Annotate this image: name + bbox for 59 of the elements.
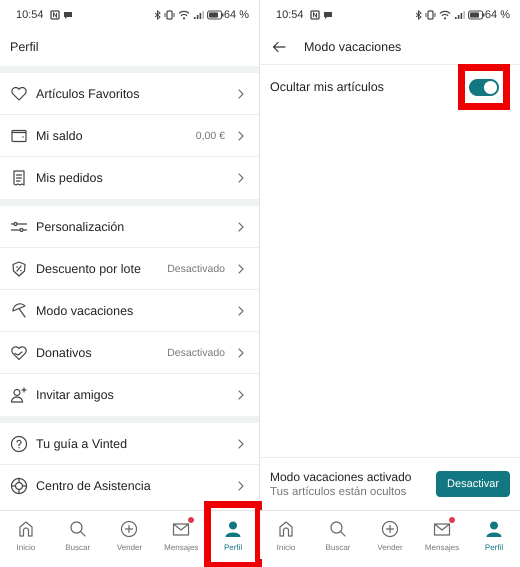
- search-icon: [68, 518, 88, 538]
- vibrate-icon: [164, 10, 175, 20]
- help-icon: [10, 434, 28, 452]
- battery-icon: [206, 10, 224, 20]
- search-icon: [328, 518, 348, 538]
- heart-icon: [10, 84, 28, 102]
- status-time: 10:54: [16, 9, 44, 21]
- chevron-icon: [237, 438, 245, 450]
- chevron-icon: [237, 262, 245, 274]
- banner-title: Modo vacaciones activado: [270, 470, 412, 484]
- heart-hands-icon: [10, 344, 28, 362]
- chevron-icon: [237, 88, 245, 100]
- status-time: 10:54: [276, 9, 304, 21]
- wifi-icon: [178, 10, 190, 20]
- menu-item[interactable]: Artículos Favoritos: [0, 73, 259, 115]
- battery-level: 64 %: [224, 9, 249, 21]
- nfc-icon: [50, 10, 60, 20]
- chevron-icon: [237, 304, 245, 316]
- nfc-icon: [310, 10, 320, 20]
- wifi-icon: [438, 10, 451, 20]
- signal-icon: [454, 10, 465, 20]
- add-icon: [380, 518, 400, 538]
- menu-item[interactable]: Descuento por lote Desactivado: [0, 248, 259, 290]
- setting-label: Ocultar mis artículos: [270, 80, 385, 94]
- chat-icon: [62, 10, 73, 20]
- screen-title: Modo vacaciones: [304, 40, 402, 54]
- chevron-icon: [237, 130, 245, 142]
- umbrella-icon: [10, 302, 28, 320]
- person-icon: [223, 518, 244, 538]
- add-icon: [119, 518, 140, 538]
- menu-item[interactable]: Modo vacaciones: [0, 290, 259, 332]
- screen-title: Perfil: [10, 40, 38, 54]
- menu-item[interactable]: Tu guía a Vinted: [0, 423, 259, 465]
- chevron-icon: [237, 389, 245, 401]
- chevron-icon: [237, 220, 245, 232]
- menu-item[interactable]: Invitar amigos: [0, 374, 259, 416]
- toggle-switch[interactable]: [469, 78, 499, 96]
- menu-item[interactable]: Mi saldo 0,00 €: [0, 115, 259, 157]
- bluetooth-icon: [414, 10, 422, 20]
- person-icon: [484, 518, 504, 538]
- chevron-icon: [237, 480, 245, 492]
- deactivate-button[interactable]: Desactivar: [436, 471, 510, 497]
- vibrate-icon: [424, 10, 436, 20]
- menu-item[interactable]: Donativos Desactivado: [0, 332, 259, 374]
- back-icon[interactable]: [272, 41, 286, 53]
- chat-icon: [322, 10, 333, 20]
- menu-item[interactable]: Mis pedidos: [0, 157, 259, 199]
- battery-icon: [468, 10, 485, 20]
- banner-subtitle: Tus artículos están ocultos: [270, 486, 408, 498]
- add-person-icon: [10, 386, 28, 404]
- discount-tag-icon: [10, 260, 28, 278]
- signal-icon: [192, 10, 204, 20]
- lifebuoy-icon: [10, 477, 28, 495]
- chevron-icon: [237, 172, 245, 184]
- menu-item[interactable]: Personalización: [0, 206, 259, 248]
- menu-item[interactable]: Centro de Asistencia: [0, 465, 259, 507]
- bluetooth-icon: [154, 10, 161, 20]
- battery-level: 64 %: [484, 9, 510, 21]
- chevron-icon: [237, 346, 245, 358]
